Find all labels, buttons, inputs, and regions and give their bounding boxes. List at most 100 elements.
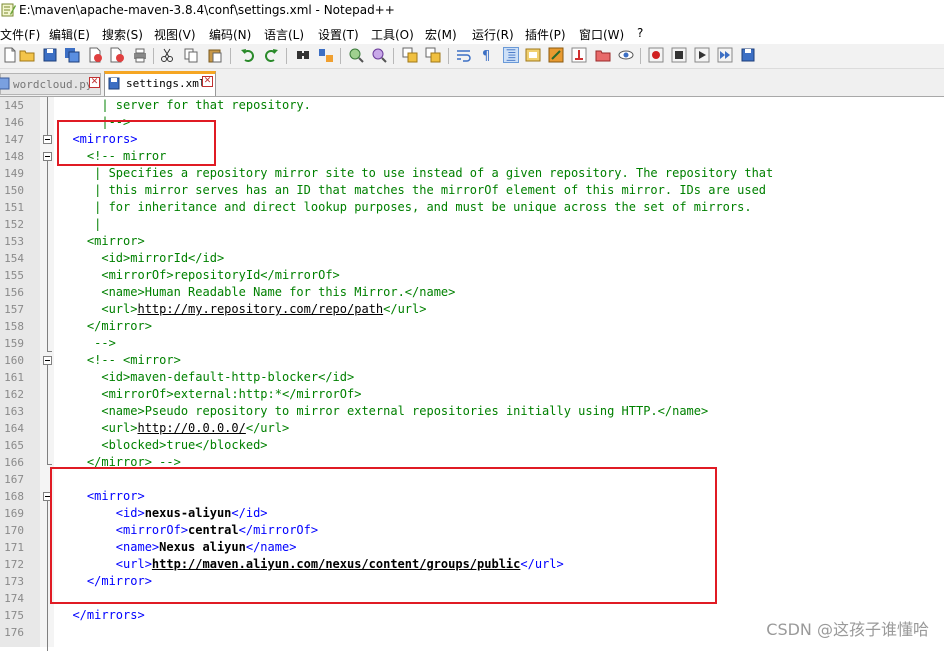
open-file-icon[interactable] [19,47,35,63]
menu-edit[interactable]: 编辑(E) [49,26,90,43]
code-token[interactable]: http://my.repository.com/repo/path [137,302,383,316]
paste-icon[interactable] [207,47,223,63]
code-line[interactable]: 155 <mirrorOf>repositoryId</mirrorOf> [0,267,944,284]
save-all-icon[interactable] [64,47,80,63]
code-text: | Specifies a repository mirror site to … [58,166,773,181]
print-icon[interactable] [132,47,148,63]
tab-settings-xml[interactable]: settings.xml ✕ [104,71,216,96]
code-line[interactable]: 145 | server for that repository. [0,97,944,114]
save-macro-icon[interactable] [740,47,756,63]
new-file-icon[interactable] [2,47,18,63]
code-line[interactable]: 164 <url>http://0.0.0.0/</url> [0,420,944,437]
stop-record-icon[interactable] [671,47,687,63]
code-text: <url>http://0.0.0.0/</url> [58,421,289,436]
undo-icon[interactable] [240,47,256,63]
code-line[interactable]: 159 --> [0,335,944,352]
title-bar: E:\maven\apache-maven-3.8.4\conf\setting… [0,0,944,22]
line-number: 149 [4,167,24,180]
code-text: <!-- <mirror> [58,353,181,368]
function-list-icon[interactable] [548,47,564,63]
close-all-icon[interactable] [109,47,125,63]
run-multiple-macro-icon[interactable] [717,47,733,63]
code-line[interactable]: 163 <name>Pseudo repository to mirror ex… [0,403,944,420]
menu-window[interactable]: 窗口(W) [579,26,624,43]
redo-icon[interactable] [263,47,279,63]
code-token: <!-- <mirror> [86,353,181,367]
sync-vertical-icon[interactable] [402,47,418,63]
sync-horizontal-icon[interactable] [425,47,441,63]
menu-settings[interactable]: 设置(T) [318,26,359,43]
line-number: 152 [4,218,24,231]
replace-icon[interactable] [318,47,334,63]
line-number: 163 [4,405,24,418]
code-line[interactable]: 150 | this mirror serves has an ID that … [0,182,944,199]
menu-file[interactable]: 文件(F) [0,26,40,43]
line-number: 151 [4,201,24,214]
code-line[interactable]: 165 <blocked>true</blocked> [0,437,944,454]
tab-wordcloud[interactable]: wordcloud.py ✕ [0,73,101,95]
menu-macro[interactable]: 宏(M) [425,26,457,43]
menu-language[interactable]: 语言(L) [264,26,304,43]
menu-plugins[interactable]: 插件(P) [525,26,566,43]
menu-search[interactable]: 搜索(S) [102,26,143,43]
code-line[interactable]: 162 <mirrorOf>external:http:*</mirrorOf> [0,386,944,403]
code-text: <id>mirrorId</id> [58,251,224,266]
save-file-icon [108,77,120,90]
code-line[interactable]: 158 </mirror> [0,318,944,335]
menu-view[interactable]: 视图(V) [154,26,196,43]
line-number: 173 [4,575,24,588]
line-number: 157 [4,303,24,316]
zoom-out-icon[interactable] [371,47,387,63]
copy-icon[interactable] [183,47,199,63]
menu-encoding[interactable]: 编码(N) [209,26,251,43]
tab-label: wordcloud.py [13,78,93,91]
record-macro-icon[interactable] [648,47,664,63]
eye-icon[interactable] [618,47,634,63]
highlight-box [50,467,717,604]
doc-map-icon[interactable] [525,47,541,63]
code-line[interactable]: 151 | for inheritance and direct lookup … [0,199,944,216]
line-number: 159 [4,337,24,350]
show-all-chars-icon[interactable]: ¶ [479,47,495,63]
code-line[interactable]: 157 <url>http://my.repository.com/repo/p… [0,301,944,318]
folder-workspace-icon[interactable] [571,47,587,63]
code-line[interactable]: 149 | Specifies a repository mirror site… [0,165,944,182]
code-line[interactable]: 160 <!-- <mirror> [0,352,944,369]
code-token: | for inheritance and direct lookup purp… [94,200,752,214]
menu-run[interactable]: 运行(R) [472,26,514,43]
code-token[interactable]: http://0.0.0.0/ [137,421,245,435]
toolbar-separator [286,48,287,64]
cut-icon[interactable] [159,47,175,63]
code-text: <blocked>true</blocked> [58,438,267,453]
find-icon[interactable] [295,47,311,63]
close-tab-icon[interactable]: ✕ [202,76,213,87]
menu-help[interactable]: ? [637,26,643,40]
word-wrap-icon[interactable] [456,47,472,63]
code-line[interactable]: 154 <id>mirrorId</id> [0,250,944,267]
watermark: CSDN @这孩子谁懂哈 [766,620,929,639]
zoom-in-icon[interactable] [348,47,364,63]
code-line[interactable]: 153 <mirror> [0,233,944,250]
code-token: <mirrorOf>repositoryId</mirrorOf> [101,268,340,282]
close-tab-icon[interactable]: ✕ [89,77,100,88]
editor-area[interactable]: 145 | server for that repository. 146 | --… [0,97,944,651]
save-icon[interactable] [42,47,58,63]
close-icon[interactable] [87,47,103,63]
code-line[interactable]: 161 <id>maven-default-http-blocker</id> [0,369,944,386]
menu-tools[interactable]: 工具(O) [371,26,414,43]
code-line[interactable]: 156 <name>Human Readable Name for this M… [0,284,944,301]
line-number: 166 [4,456,24,469]
play-macro-icon[interactable] [694,47,710,63]
code-line[interactable]: 152 | [0,216,944,233]
indent-guide-icon[interactable] [503,47,519,63]
monitoring-icon[interactable] [595,47,611,63]
code-token: <mirror> [86,234,145,248]
line-number: 171 [4,541,24,554]
line-number: 169 [4,507,24,520]
